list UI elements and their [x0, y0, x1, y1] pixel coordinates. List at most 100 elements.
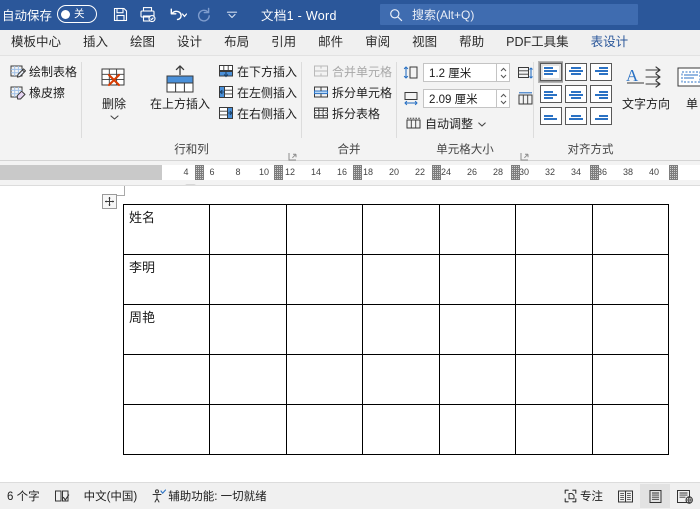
table-cell[interactable]	[591, 354, 669, 405]
table-cell[interactable]	[515, 204, 593, 255]
tab-help[interactable]: 帮助	[448, 30, 495, 55]
search-box[interactable]: 搜索(Alt+Q)	[380, 4, 638, 25]
tab-template-center[interactable]: 模板中心	[0, 30, 72, 55]
dialog-launcher-icon[interactable]	[288, 150, 297, 161]
ruler-column-marker[interactable]	[590, 165, 599, 180]
delete-table-button[interactable]: 删除	[86, 61, 142, 124]
horizontal-ruler[interactable]: 4 6 8 10 12 14 16 18 20 22 24 26 28 30 3…	[0, 161, 700, 192]
tab-review[interactable]: 审阅	[354, 30, 401, 55]
table-cell[interactable]	[362, 354, 440, 405]
table-cell[interactable]	[362, 404, 440, 455]
table-row[interactable]: 姓名	[123, 204, 669, 255]
document-table[interactable]: 姓名 李明 周艳	[123, 204, 669, 455]
column-width-input[interactable]: 2.09 厘米	[423, 89, 498, 108]
table-cell[interactable]	[515, 354, 593, 405]
table-cell[interactable]	[209, 404, 287, 455]
split-cells-button[interactable]: 拆分单元格	[308, 82, 396, 103]
align-top-right-button[interactable]	[588, 61, 613, 83]
accessibility-status[interactable]: 辅助功能: 一切就绪	[168, 483, 273, 509]
autofit-button[interactable]: 自动调整	[401, 113, 491, 134]
focus-mode-button[interactable]: 专注	[557, 483, 610, 509]
tab-design[interactable]: 设计	[166, 30, 213, 55]
table-cell[interactable]	[209, 204, 287, 255]
table-cell[interactable]	[591, 404, 669, 455]
tab-insert[interactable]: 插入	[72, 30, 119, 55]
document-canvas[interactable]: 姓名 李明 周艳	[0, 185, 700, 482]
chevron-down-icon[interactable]	[109, 110, 120, 124]
table-cell[interactable]	[515, 304, 593, 355]
ruler-track[interactable]: 4 6 8 10 12 14 16 18 20 22 24 26 28 30 3…	[0, 165, 700, 180]
table-cell[interactable]	[209, 254, 287, 305]
table-cell[interactable]	[285, 204, 363, 255]
table-row[interactable]: 周艳	[123, 304, 669, 355]
table-cell[interactable]	[209, 354, 287, 405]
column-width-stepper[interactable]	[497, 89, 511, 108]
align-middle-center-button[interactable]	[563, 83, 588, 105]
read-mode-icon[interactable]	[610, 484, 640, 508]
eraser-button[interactable]: 橡皮擦	[5, 82, 81, 103]
distribute-columns-icon[interactable]	[514, 89, 536, 108]
tab-draw[interactable]: 绘图	[119, 30, 166, 55]
ruler-column-marker[interactable]	[353, 165, 362, 180]
table-move-handle-icon[interactable]	[102, 194, 117, 209]
table-cell[interactable]	[362, 204, 440, 255]
tab-layout[interactable]: 布局	[213, 30, 260, 55]
insert-below-button[interactable]: 在下方插入	[213, 61, 301, 82]
align-top-center-button[interactable]	[563, 61, 588, 83]
text-direction-button[interactable]: A 文字方向	[617, 61, 675, 111]
table-cell[interactable]	[209, 304, 287, 355]
web-layout-icon[interactable]	[670, 484, 700, 508]
undo-icon[interactable]	[163, 2, 189, 26]
print-preview-icon[interactable]	[135, 2, 161, 26]
table-cell[interactable]	[438, 404, 516, 455]
proofing-icon[interactable]	[47, 483, 77, 509]
ruler-column-marker[interactable]	[669, 165, 678, 180]
table-cell[interactable]	[591, 304, 669, 355]
table-cell[interactable]	[123, 354, 210, 405]
tab-pdf-tools[interactable]: PDF工具集	[495, 30, 580, 55]
table-cell[interactable]	[362, 304, 440, 355]
table-cell[interactable]	[285, 354, 363, 405]
table-cell[interactable]	[438, 204, 516, 255]
table-cell[interactable]	[285, 304, 363, 355]
table-cell[interactable]	[362, 254, 440, 305]
align-bottom-right-button[interactable]	[588, 105, 613, 127]
ruler-column-marker[interactable]	[511, 165, 520, 180]
draw-table-button[interactable]: 绘制表格	[5, 61, 81, 82]
distribute-rows-icon[interactable]	[514, 63, 536, 82]
tab-references[interactable]: 引用	[260, 30, 307, 55]
table-cell[interactable]	[285, 254, 363, 305]
insert-right-button[interactable]: 在右侧插入	[213, 103, 301, 124]
language-indicator[interactable]: 中文(中国)	[77, 483, 145, 509]
table-cell[interactable]	[591, 204, 669, 255]
align-middle-right-button[interactable]	[588, 83, 613, 105]
insert-left-button[interactable]: 在左侧插入	[213, 82, 301, 103]
word-count[interactable]: 6 个字	[0, 483, 47, 509]
table-cell[interactable]	[438, 254, 516, 305]
table-cell[interactable]: 李明	[123, 254, 210, 305]
table-row[interactable]	[123, 354, 669, 405]
print-layout-icon[interactable]	[640, 484, 670, 508]
autosave-toggle[interactable]: 关	[57, 5, 98, 23]
table-cell[interactable]: 姓名	[123, 204, 210, 255]
table-cell[interactable]	[438, 304, 516, 355]
table-cell[interactable]	[515, 404, 593, 455]
customize-qat-icon[interactable]	[219, 2, 245, 26]
chevron-down-icon[interactable]	[477, 117, 487, 131]
split-table-button[interactable]: 拆分表格	[308, 103, 396, 124]
ruler-column-marker[interactable]	[274, 165, 283, 180]
align-bottom-left-button[interactable]	[538, 105, 563, 127]
insert-above-button[interactable]: 在上方插入	[149, 61, 211, 111]
tab-table-design[interactable]: 表设计	[580, 30, 640, 55]
table-cell[interactable]	[438, 354, 516, 405]
save-icon[interactable]	[107, 2, 133, 26]
table-cell[interactable]	[285, 404, 363, 455]
ruler-column-marker[interactable]	[432, 165, 441, 180]
table-cell[interactable]	[515, 254, 593, 305]
table-row[interactable]: 李明	[123, 254, 669, 305]
table-cell[interactable]: 周艳	[123, 304, 210, 355]
tab-mailings[interactable]: 邮件	[307, 30, 354, 55]
tab-view[interactable]: 视图	[401, 30, 448, 55]
align-middle-left-button[interactable]	[538, 83, 563, 105]
align-bottom-center-button[interactable]	[563, 105, 588, 127]
